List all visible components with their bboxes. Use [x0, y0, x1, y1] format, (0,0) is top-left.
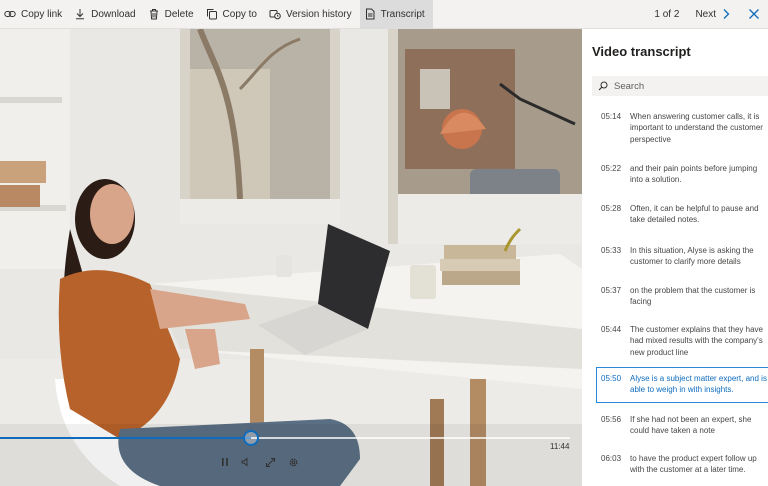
copy-icon	[206, 8, 218, 20]
version-history-button[interactable]: Version history	[265, 0, 360, 29]
entry-text: When answering customer calls, it is imp…	[630, 112, 763, 144]
duration-label: 11:44	[550, 442, 570, 451]
download-icon	[74, 8, 86, 20]
transcript-label: Transcript	[380, 8, 425, 20]
speaker-icon	[241, 457, 248, 467]
trash-icon	[148, 8, 160, 20]
expand-icon	[265, 457, 275, 467]
transcript-button[interactable]: Transcript	[359, 0, 433, 29]
download-label: Download	[91, 8, 136, 20]
transcript-entry[interactable]: 05:33 In this situation, Alyse is asking…	[596, 245, 768, 268]
history-icon	[269, 8, 281, 20]
transcript-entry[interactable]: 05:37 on the problem that the customer i…	[596, 285, 768, 308]
transcript-search[interactable]	[592, 76, 768, 96]
search-icon	[598, 81, 608, 91]
entry-text: In this situation, Alyse is asking the c…	[630, 246, 754, 267]
entry-text: Alyse is a subject matter expert, and is…	[630, 374, 767, 395]
entry-timestamp: 05:22	[601, 164, 622, 173]
chevron-right-icon	[723, 9, 730, 19]
transcript-entry-active[interactable]: 05:50 Alyse is a subject matter expert, …	[596, 367, 768, 403]
pause-icon	[222, 458, 228, 466]
delete-label: Delete	[164, 8, 194, 20]
copy-to-button[interactable]: Copy to	[202, 0, 265, 29]
transcript-icon	[364, 8, 376, 20]
entry-timestamp: 06:03	[601, 454, 622, 463]
entry-text: to have the product expert follow up wit…	[630, 454, 757, 475]
entry-text: If she had not been an expert, she could…	[630, 415, 752, 436]
video-frame	[0, 29, 582, 486]
settings-button[interactable]	[286, 455, 300, 469]
transcript-entry[interactable]: 05:22 and their pain points before jumpi…	[596, 163, 768, 186]
entry-text: The customer explains that they have had…	[630, 325, 763, 357]
link-icon	[4, 8, 16, 20]
entry-timestamp: 05:33	[601, 246, 622, 255]
transcript-entry[interactable]: 05:14 When answering customer calls, it …	[596, 111, 768, 145]
transcript-entry[interactable]: 06:03 to have the product expert follow …	[596, 453, 768, 476]
close-button[interactable]	[744, 4, 764, 24]
entry-timestamp: 05:56	[601, 415, 622, 424]
search-input[interactable]	[614, 80, 764, 92]
next-button[interactable]: Next	[695, 8, 730, 20]
entry-text: and their pain points before jumping int…	[630, 164, 758, 185]
entry-timestamp: 05:28	[601, 204, 622, 213]
pause-button[interactable]	[218, 455, 232, 469]
transcript-entry[interactable]: 05:44 The customer explains that they ha…	[596, 324, 768, 358]
gear-icon	[289, 458, 297, 466]
seek-progress	[0, 437, 251, 439]
volume-button[interactable]	[238, 455, 252, 469]
transcript-entry[interactable]: 05:28 Often, it can be helpful to pause …	[596, 203, 768, 226]
seek-thumb[interactable]	[243, 430, 259, 446]
transcript-entry[interactable]: 05:56 If she had not been an expert, she…	[596, 414, 768, 437]
page-counter: 1 of 2	[654, 8, 680, 20]
entry-timestamp: 05:44	[601, 325, 622, 334]
panel-title: Video transcript	[592, 44, 691, 59]
seek-bar[interactable]	[0, 436, 570, 440]
copy-link-label: Copy link	[21, 8, 63, 20]
version-history-label: Version history	[286, 8, 352, 20]
download-button[interactable]: Download	[70, 0, 143, 29]
transcript-panel: Video transcript 05:14 When answering cu…	[582, 29, 768, 486]
entry-text: on the problem that the customer is faci…	[630, 286, 756, 307]
close-icon	[749, 9, 759, 19]
copy-link-button[interactable]: Copy link	[0, 0, 70, 29]
delete-button[interactable]: Delete	[144, 0, 202, 29]
entry-text: Often, it can be helpful to pause and ta…	[630, 204, 759, 225]
fullscreen-button[interactable]	[263, 455, 277, 469]
toolbar-right-group: 1 of 2 Next	[654, 0, 768, 29]
command-bar: Copy link Download Delete Copy to Versio…	[0, 0, 768, 29]
entry-timestamp: 05:37	[601, 286, 622, 295]
entry-timestamp: 05:14	[601, 112, 622, 121]
next-label: Next	[695, 8, 716, 20]
entry-timestamp: 05:50	[601, 374, 622, 383]
video-player[interactable]: 11:44	[0, 29, 582, 486]
copy-to-label: Copy to	[222, 8, 257, 20]
